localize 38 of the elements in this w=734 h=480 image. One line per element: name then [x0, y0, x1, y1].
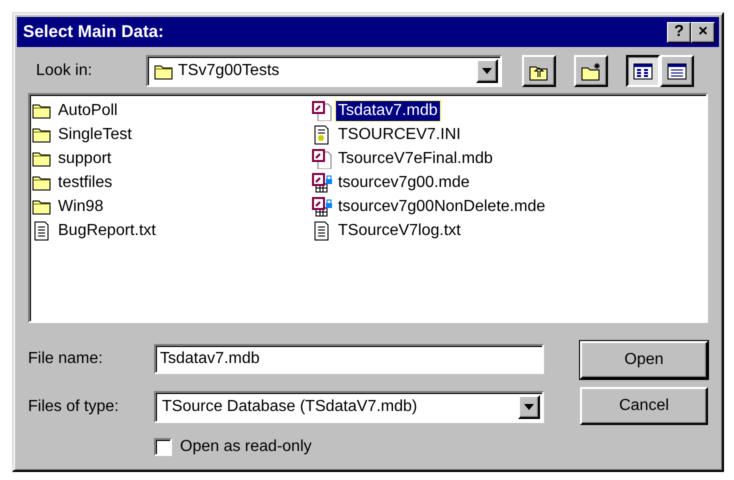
cancel-button[interactable]: Cancel [580, 387, 708, 425]
help-button[interactable]: ? [667, 22, 691, 42]
file-type-label: Files of type: [28, 397, 120, 417]
file-type-dropdown[interactable]: TSource Database (TSdataV7.mdb) [154, 391, 544, 423]
new-folder-icon [581, 62, 601, 80]
file-item[interactable]: support [56, 149, 114, 169]
file-name-label: File name: [28, 349, 104, 369]
file-item[interactable]: testfiles [56, 173, 114, 193]
file-item[interactable]: BugReport.txt [56, 221, 158, 241]
file-name-field[interactable]: Tsdatav7.mdb [154, 344, 544, 374]
look-in-label: Look in: [36, 61, 94, 81]
open-button[interactable]: Open [580, 341, 708, 379]
details-view-button[interactable] [660, 55, 694, 87]
read-only-label: Open as read-only [180, 437, 312, 457]
list-view-button[interactable] [626, 55, 660, 87]
file-item[interactable]: TSourceV7log.txt [336, 221, 463, 241]
file-type-value: TSource Database (TSdataV7.mdb) [162, 397, 418, 417]
file-item[interactable]: tsourcev7g00NonDelete.mde [336, 197, 548, 217]
details-view-icon [667, 62, 687, 80]
file-item[interactable]: tsourcev7g00.mde [336, 173, 472, 193]
look-in-dropdown[interactable]: TSv7g00Tests [146, 55, 502, 87]
database-file-icon [312, 101, 332, 121]
file-item[interactable]: TSOURCEV7.INI [336, 125, 463, 145]
read-only-checkbox[interactable] [154, 438, 172, 456]
file-item[interactable]: Win98 [56, 197, 106, 217]
file-item[interactable]: AutoPoll [56, 101, 120, 121]
file-item[interactable]: Tsdatav7.mdb [336, 101, 440, 121]
database-file-icon [312, 149, 332, 169]
close-button[interactable]: × [691, 22, 715, 42]
locked-database-icon [312, 197, 332, 217]
up-folder-button[interactable] [522, 55, 556, 87]
window-title: Select Main Data: [23, 21, 164, 44]
file-item[interactable]: SingleTest [56, 125, 134, 145]
look-in-value: TSv7g00Tests [178, 61, 280, 81]
locked-database-icon [312, 173, 332, 193]
new-folder-button[interactable] [574, 55, 608, 87]
file-item[interactable]: TsourceV7eFinal.mdb [336, 149, 495, 169]
list-view-icon [633, 62, 653, 80]
